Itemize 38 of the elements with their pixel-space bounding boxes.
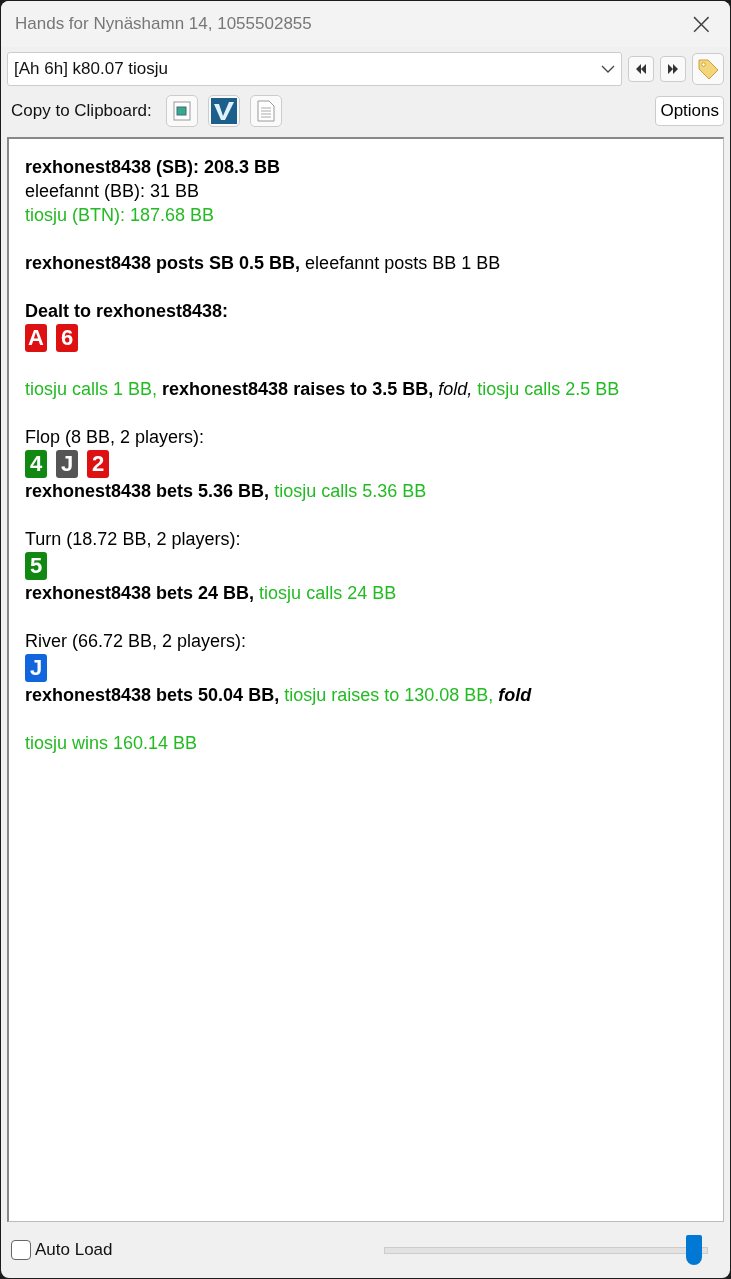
playing-card: 4 (25, 450, 47, 478)
auto-load-checkbox[interactable] (11, 1240, 31, 1260)
options-button[interactable]: Options (655, 96, 724, 126)
history-line: tiosju wins 160.14 BB (25, 732, 199, 755)
history-line: rexhonest8438 bets 50.04 BB, tiosju raises to 130.08 BB, fold (25, 684, 533, 707)
history-line: rexhonest8438 bets 24 BB, tiosju calls 24 BB (25, 582, 398, 605)
copy-image-button[interactable] (165, 95, 198, 127)
history-line: eleefannt (BB): 31 BB (25, 180, 201, 203)
history-line: tiosju calls 1 BB, rexhonest8438 raises to 3.5 BB, fold, tiosju calls 2.5 BB (25, 378, 621, 401)
hand-dropdown[interactable]: [Ah 6h] k80.07 tiosju (7, 52, 622, 86)
text-document-icon (256, 100, 275, 122)
playing-card: 6 (56, 324, 78, 352)
history-line: River (66.72 BB, 2 players): (25, 630, 248, 653)
history-line: Dealt to rexhonest8438: (25, 300, 230, 323)
next-hand-button[interactable] (660, 56, 686, 82)
image-document-icon (172, 101, 191, 121)
copy-logo-button[interactable] (207, 95, 240, 127)
previous-hand-button[interactable] (628, 56, 654, 82)
logo (210, 98, 237, 124)
chevron-down-icon (601, 65, 615, 73)
history-line: rexhonest8438 posts SB 0.5 BB, eleefannt posts BB 1 BB (25, 252, 502, 275)
close-button[interactable]: × (684, 9, 718, 39)
history-line: Turn (18.72 BB, 2 players): (25, 528, 242, 551)
history-line: Flop (8 BB, 2 players): (25, 426, 206, 449)
tag-icon (696, 57, 720, 81)
playing-card: 2 (87, 450, 109, 478)
history-line: tiosju (BTN): 187.68 BB (25, 204, 216, 227)
copy-label: Copy to Clipboard: (11, 101, 152, 121)
rewind-icon (635, 64, 647, 74)
playing-card: J (56, 450, 78, 478)
history-line: rexhonest8438 (SB): 208.3 BB (25, 156, 282, 179)
auto-load-label: Auto Load (35, 1240, 113, 1260)
fast-forward-icon (667, 64, 679, 74)
history-line: rexhonest8438 bets 5.36 BB, tiosju calls 5.36 BB (25, 480, 428, 503)
playing-card: 5 (25, 552, 47, 580)
window-title: Hands for Nynäshamn 14, 1055502855 (15, 14, 312, 34)
playing-card: J (25, 654, 47, 682)
playing-card: A (25, 324, 47, 352)
